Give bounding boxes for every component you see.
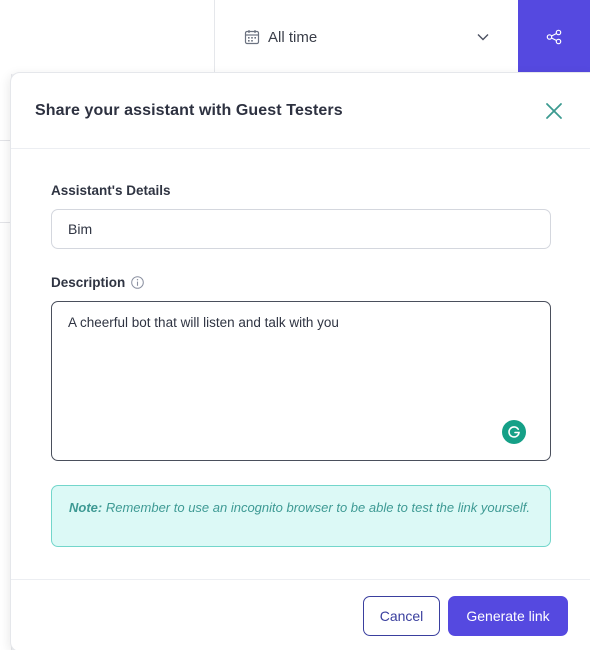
generate-link-button[interactable]: Generate link xyxy=(448,596,568,636)
description-textarea[interactable]: A cheerful bot that will listen and talk… xyxy=(52,302,550,460)
chevron-down-icon xyxy=(476,30,490,44)
assistant-details-label: Assistant's Details xyxy=(51,183,171,198)
note-text: Remember to use an incognito browser to … xyxy=(102,500,530,515)
info-icon[interactable] xyxy=(131,276,145,289)
share-assistant-modal: Share your assistant with Guest Testers … xyxy=(10,72,590,650)
share-icon xyxy=(546,29,562,45)
note-prefix: Note: xyxy=(69,500,103,515)
grammarly-icon[interactable] xyxy=(502,420,526,444)
date-range-label: All time xyxy=(268,28,318,46)
cancel-button[interactable]: Cancel xyxy=(363,596,440,636)
description-label: Description xyxy=(51,275,126,290)
note-box: Note: Remember to use an incognito brows… xyxy=(51,485,551,547)
close-button[interactable] xyxy=(543,100,565,122)
share-button[interactable] xyxy=(518,0,590,74)
description-field: A cheerful bot that will listen and talk… xyxy=(51,301,551,461)
footer-divider xyxy=(11,579,590,580)
modal-header: Share your assistant with Guest Testers xyxy=(11,73,590,149)
assistant-name-input[interactable] xyxy=(51,209,551,249)
close-icon xyxy=(545,102,563,120)
calendar-icon xyxy=(244,29,260,45)
top-left-panel xyxy=(0,0,215,74)
date-range-dropdown[interactable]: All time xyxy=(216,0,518,74)
modal-title: Share your assistant with Guest Testers xyxy=(35,102,343,119)
description-label-row: Description xyxy=(51,275,145,290)
